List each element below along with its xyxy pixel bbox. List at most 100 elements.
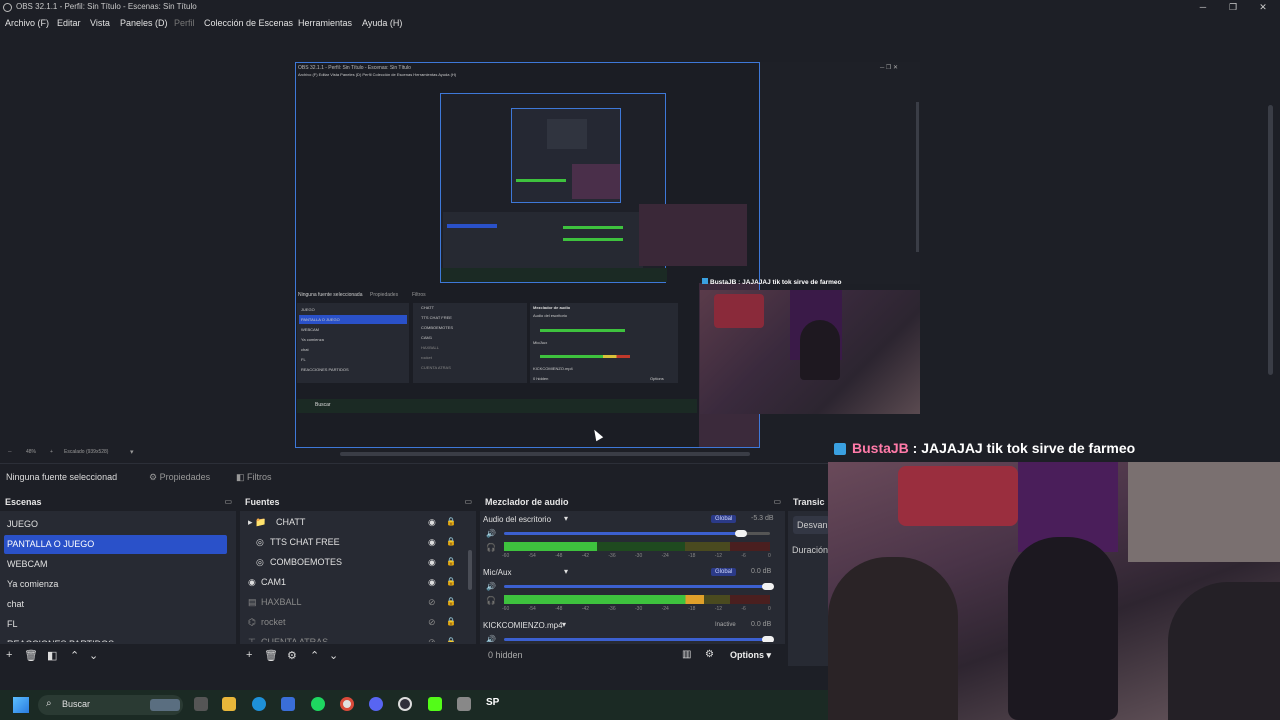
speaker-icon[interactable]: 🔊 [486,635,496,642]
eye-icon[interactable]: ◉ [428,577,436,588]
maximize-button[interactable]: ❐ [1218,0,1248,15]
transition-select[interactable]: Desvan [793,516,830,534]
volume-slider-knob[interactable] [762,583,774,590]
menu-help[interactable]: Ayuda (H) [362,18,402,28]
scene-item[interactable]: Ya comienza [4,575,227,594]
channel-badge[interactable]: Global [711,568,737,576]
lock-icon[interactable]: 🔒 [446,537,456,546]
lock-icon[interactable]: 🔒 [446,637,456,642]
close-button[interactable]: ✕ [1248,0,1278,15]
source-item[interactable]: ⊤ CUENTA ATRAS ⊘ 🔒 [240,633,468,642]
source-item[interactable]: ◉ CAM1 ◉ 🔒 [240,573,468,593]
add-source-icon[interactable]: + [246,649,252,661]
meter-scale-label: -48 [555,553,563,559]
chevron-down-icon[interactable]: ▾ [564,567,568,576]
scene-item[interactable]: WEBCAM [4,555,227,574]
dock-undock-icon[interactable]: ▭ [773,497,781,506]
file-explorer-icon[interactable] [222,697,236,711]
source-properties-gear-icon[interactable]: ⚙ [287,649,297,662]
task-view-icon[interactable] [194,697,208,711]
move-up-icon[interactable]: ⌃ [310,649,319,662]
edge-icon[interactable] [252,697,266,711]
scene-filters-icon[interactable]: ◧ [47,649,57,662]
sources-title: Fuentes [245,497,280,507]
person-left [828,557,958,720]
scene-item[interactable]: chat [4,595,227,614]
lock-icon[interactable]: 🔒 [446,557,456,566]
text-icon: ⊤ [248,637,256,642]
options-button[interactable]: Options ▾ [730,650,771,661]
menu-profile[interactable]: Perfil [174,18,195,28]
scaling-dropdown-icon[interactable]: ▾ [130,448,134,456]
source-item[interactable]: ◎ COMBOEMOTES ◉ 🔒 [240,553,468,573]
move-down-icon[interactable]: ⌄ [329,649,338,662]
scene-item[interactable]: FL [4,615,227,634]
discord-icon[interactable] [369,697,383,711]
lock-icon[interactable]: 🔒 [446,517,456,526]
obs-taskbar-icon[interactable] [398,697,412,711]
volume-slider-track[interactable] [743,532,770,535]
mixer-settings-icon[interactable]: ⚙ [705,649,714,660]
scene-item[interactable]: JUEGO [4,515,227,534]
monitor-icon[interactable]: 🎧 [486,596,496,605]
eye-icon[interactable]: ◉ [428,557,436,568]
remove-scene-icon[interactable]: 🗑 [24,649,38,662]
lock-icon[interactable]: 🔒 [446,597,456,606]
minimize-button[interactable]: ─ [1188,0,1218,15]
eye-icon[interactable]: ◉ [428,517,436,528]
preview-horizontal-scrollbar[interactable] [340,452,750,456]
store-icon[interactable] [281,697,295,711]
lock-icon[interactable]: 🔒 [446,577,456,586]
menu-docks[interactable]: Paneles (D) [120,18,168,28]
eye-hidden-icon[interactable]: ⊘ [428,597,436,608]
mixer-layout-icon[interactable]: ▥ [682,649,691,660]
chrome-icon[interactable] [340,697,354,711]
speaker-icon[interactable]: 🔊 [486,529,496,538]
move-down-icon[interactable]: ⌄ [89,649,98,662]
remove-source-icon[interactable]: 🗑 [264,649,278,662]
volume-slider-knob[interactable] [735,530,748,537]
dock-undock-icon[interactable]: ▭ [224,497,232,506]
scaling-label[interactable]: Escalado (939x528) [64,449,108,455]
move-up-icon[interactable]: ⌃ [70,649,79,662]
sources-scrollbar[interactable] [468,550,472,590]
hidden-count[interactable]: 0 hidden [488,650,523,660]
add-scene-icon[interactable]: + [6,649,12,661]
eye-hidden-icon[interactable]: ⊘ [428,637,436,642]
spotify-icon[interactable] [311,697,325,711]
preview-canvas[interactable]: OBS 32.1.1 - Perfil: Sin Título - Escena… [295,62,760,448]
eye-icon[interactable]: ◉ [428,537,436,548]
menu-file[interactable]: Archivo (F) [5,18,49,28]
scene-item[interactable]: PANTALLA O JUEGO [4,535,227,554]
meter-scale-label: -54 [528,553,536,559]
lock-icon[interactable]: 🔒 [446,617,456,626]
windows-start-icon[interactable] [13,697,29,713]
speaker-icon[interactable]: 🔊 [486,582,496,591]
channel-badge[interactable]: Global [711,515,737,523]
menu-scene-collection[interactable]: Colección de Escenas [204,18,293,28]
zoom-out-button[interactable]: ─ [8,449,12,455]
sp-app-icon[interactable]: SP [486,697,499,708]
menu-tools[interactable]: Herramientas [298,18,352,28]
monitor-icon[interactable]: 🎧 [486,543,496,552]
properties-button[interactable]: ⚙ Propiedades [145,469,225,485]
chevron-down-icon[interactable]: ▾ [564,514,568,523]
chevron-down-icon[interactable]: ▾ [562,620,566,629]
source-item[interactable]: ⌬ rocket ⊘ 🔒 [240,613,468,633]
preview-vertical-scrollbar[interactable] [1268,105,1273,375]
dock-undock-icon[interactable]: ▭ [464,497,472,506]
source-item[interactable]: ▸ 📁 CHATT ◉ 🔒 [240,513,468,533]
tools-icon[interactable] [457,697,471,711]
menu-edit[interactable]: Editar [57,18,81,28]
menu-view[interactable]: Vista [90,18,110,28]
source-item[interactable]: ◎ TTS CHAT FREE ◉ 🔒 [240,533,468,553]
kick-icon[interactable] [428,697,442,711]
taskbar-search[interactable]: ⌕ Buscar [38,695,183,715]
volume-slider-knob[interactable] [762,636,774,642]
source-item[interactable]: ▤ HAXBALL ⊘ 🔒 [240,593,468,613]
filters-button[interactable]: ◧ Filtros [232,469,282,485]
scene-item[interactable]: REACCIONES PARTIDOS [4,635,227,642]
eye-hidden-icon[interactable]: ⊘ [428,617,436,628]
channel-badge[interactable]: Inactive [711,621,740,629]
zoom-in-button[interactable]: + [50,449,53,455]
